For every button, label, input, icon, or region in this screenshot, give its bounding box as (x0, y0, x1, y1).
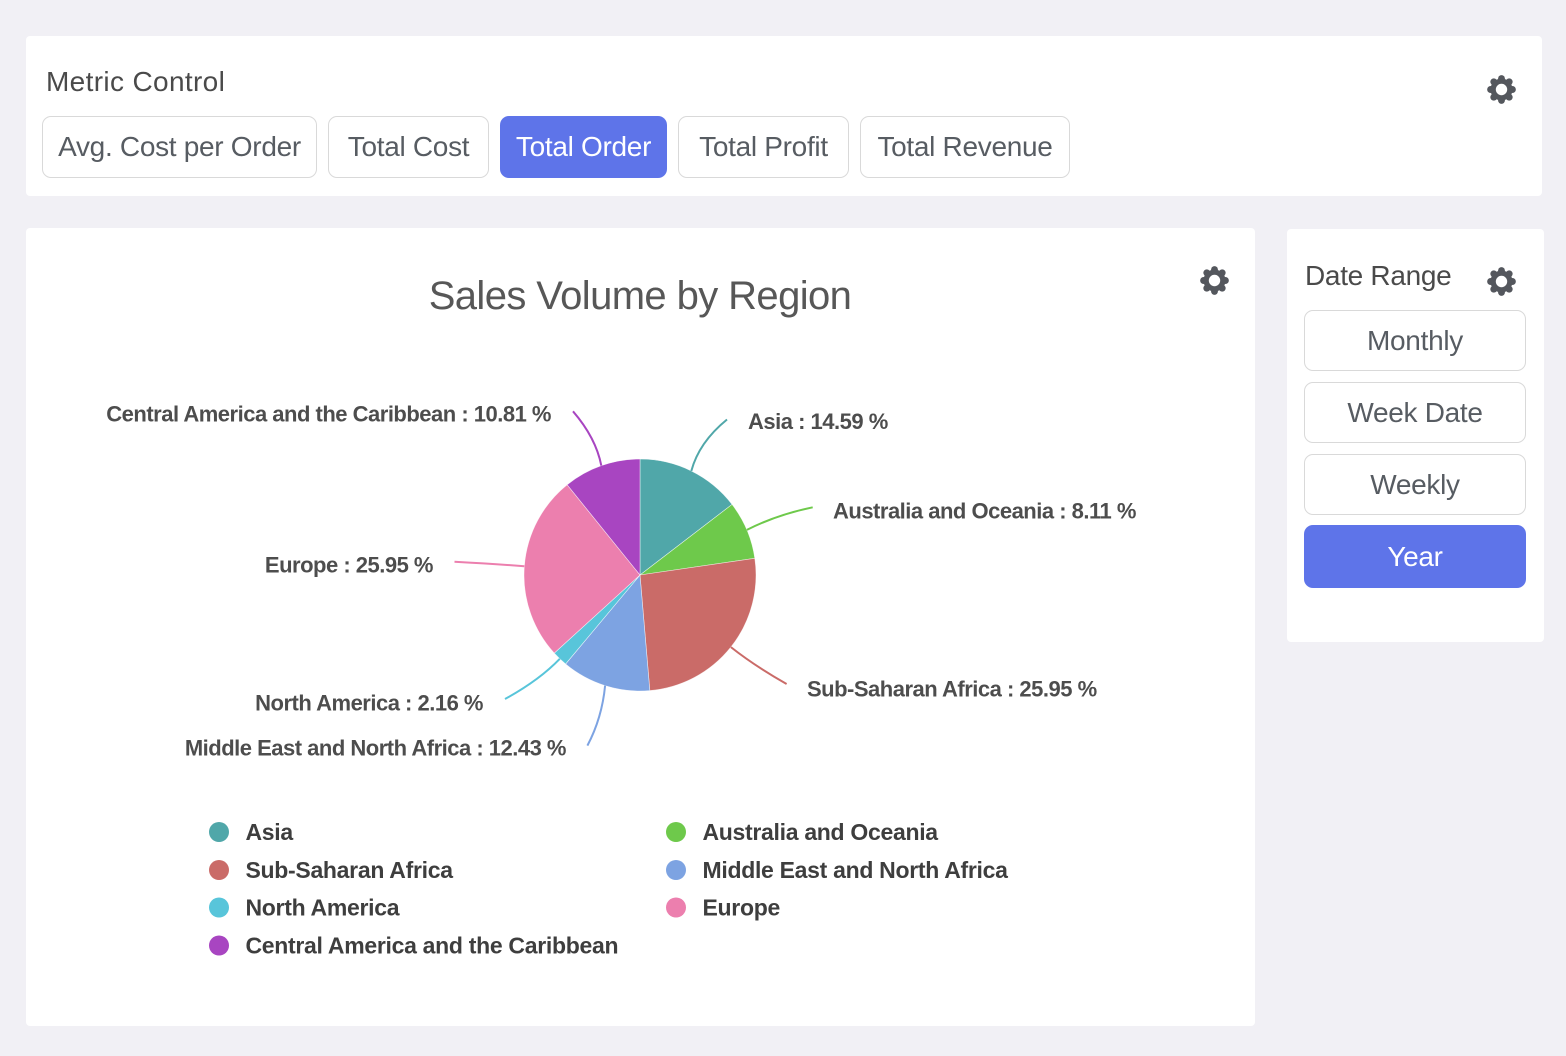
svg-text:Sales Volume by Region: Sales Volume by Region (429, 274, 852, 318)
svg-text:Sub-Saharan Africa: Sub-Saharan Africa (246, 857, 454, 883)
svg-text:Central America and the Caribb: Central America and the Caribbean : 10.8… (106, 402, 551, 427)
svg-text:Middle East and North Africa: Middle East and North Africa (703, 857, 1009, 883)
svg-text:Sub-Saharan Africa : 25.95 %: Sub-Saharan Africa : 25.95 % (807, 677, 1097, 702)
svg-text:Europe: Europe (703, 895, 780, 921)
svg-text:Asia: Asia (246, 819, 294, 845)
svg-text:Europe : 25.95 %: Europe : 25.95 % (265, 553, 433, 578)
svg-text:North America: North America (246, 895, 400, 921)
svg-text:Asia : 14.59 %: Asia : 14.59 % (748, 409, 888, 434)
svg-text:Middle East and North Africa :: Middle East and North Africa : 12.43 % (185, 736, 566, 761)
svg-text:Australia and Oceania: Australia and Oceania (703, 819, 939, 845)
svg-text:North America : 2.16 %: North America : 2.16 % (255, 691, 483, 716)
svg-text:Central America and the Caribb: Central America and the Caribbean (246, 933, 619, 959)
svg-text:Australia and Oceania : 8.11 %: Australia and Oceania : 8.11 % (833, 499, 1136, 524)
